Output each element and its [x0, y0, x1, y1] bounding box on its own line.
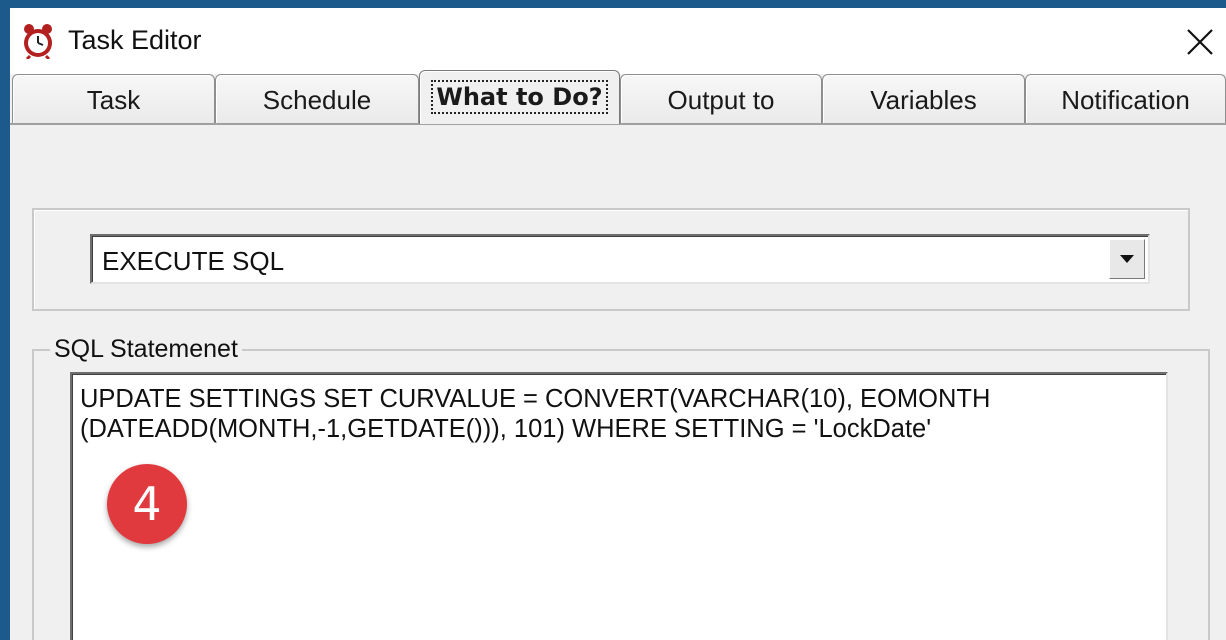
tab-notification-label: Notification	[1061, 85, 1190, 115]
tab-variables[interactable]: Variables	[822, 74, 1025, 124]
tab-output-to[interactable]: Output to	[620, 74, 822, 124]
tab-notification[interactable]: Notification	[1025, 74, 1226, 124]
sql-statement-group-label: SQL Statemenet	[50, 335, 242, 364]
tab-task[interactable]: Task	[12, 74, 215, 124]
tab-what-to-do-label: What to Do?	[431, 80, 608, 114]
sql-statement-text: UPDATE SETTINGS SET CURVALUE = CONVERT(V…	[80, 385, 991, 443]
tab-output-to-label: Output to	[667, 85, 775, 115]
step-number-badge: 4	[107, 464, 187, 544]
tab-task-label: Task	[86, 85, 141, 115]
title-bar: Task Editor	[10, 8, 1226, 74]
alarm-clock-app-icon	[22, 23, 54, 61]
action-type-value: EXECUTE SQL	[102, 246, 285, 276]
window-title: Task Editor	[68, 25, 202, 55]
tab-variables-label: Variables	[870, 85, 977, 115]
tab-what-to-do[interactable]: What to Do?	[419, 70, 620, 124]
task-editor-window: Task Editor Task Schedule What to Do? Ou…	[10, 8, 1226, 640]
close-button[interactable]	[1180, 14, 1226, 68]
tab-schedule[interactable]: Schedule	[215, 74, 419, 124]
chevron-down-icon	[1120, 255, 1134, 263]
close-icon	[1187, 29, 1213, 55]
tab-schedule-label: Schedule	[262, 85, 372, 115]
dropdown-arrow-button[interactable]	[1109, 239, 1145, 279]
action-type-dropdown[interactable]: EXECUTE SQL	[90, 234, 1150, 284]
sql-statement-textarea[interactable]: UPDATE SETTINGS SET CURVALUE = CONVERT(V…	[70, 372, 1168, 640]
